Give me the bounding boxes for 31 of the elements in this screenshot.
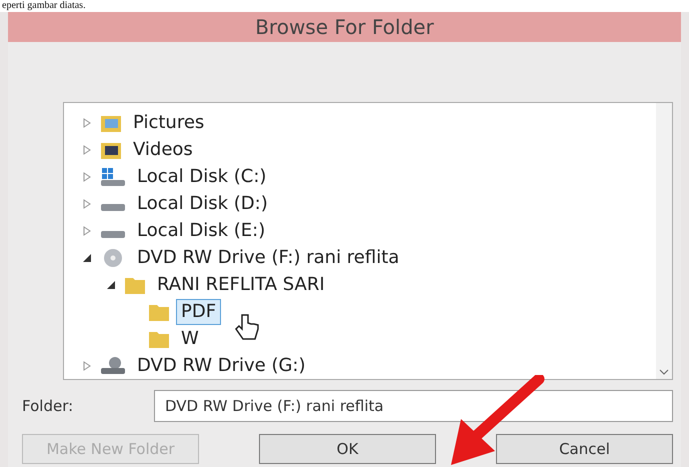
collapse-arrow-icon[interactable] [106,280,116,290]
hand-cursor-icon [234,313,260,343]
document-text: eperti gambar diatas. [2,0,86,12]
expand-arrow-icon[interactable] [82,226,92,236]
expand-arrow-icon[interactable] [82,198,92,208]
drive-icon [100,230,126,238]
dialog-button[interactable]: OK [259,434,436,464]
window-title: Browse For Folder [255,14,434,41]
expand-arrow-icon[interactable] [82,360,92,370]
folder-label: Folder: [22,396,74,417]
scroll-down-icon[interactable] [659,369,669,375]
network-drive-icon [100,356,126,376]
folder-tree-item[interactable]: Pictures [128,110,210,136]
folder-tree-item[interactable]: W [176,326,204,352]
folder-tree-item[interactable]: RANI REFLITA SARI [152,272,330,298]
folder-field[interactable]: DVD RW Drive (F:) rani reflita [154,390,673,422]
folder-tree-item[interactable]: Local Disk (E:) [132,218,270,244]
folder-tree-item[interactable]: PDF [176,298,222,324]
expand-arrow-icon[interactable] [82,144,92,154]
folder-tree-item[interactable]: Local Disk (C:) [132,164,272,190]
collapse-arrow-icon[interactable] [82,252,92,262]
drive-icon [100,204,126,212]
folder-tree-item[interactable]: DVD RW Drive (G:) [132,352,311,378]
drive-icon [100,166,126,186]
folder-tree-item[interactable]: Local Disk (D:) [132,190,273,216]
dialog-button[interactable]: Cancel [496,434,673,464]
folder-tree-item[interactable]: Videos [128,136,198,162]
scroll-bar[interactable] [656,103,672,379]
expand-arrow-icon[interactable] [82,172,92,182]
expand-arrow-icon[interactable] [82,118,92,128]
folder-tree-item[interactable]: DVD RW Drive (F:) rani reflita [132,244,404,270]
